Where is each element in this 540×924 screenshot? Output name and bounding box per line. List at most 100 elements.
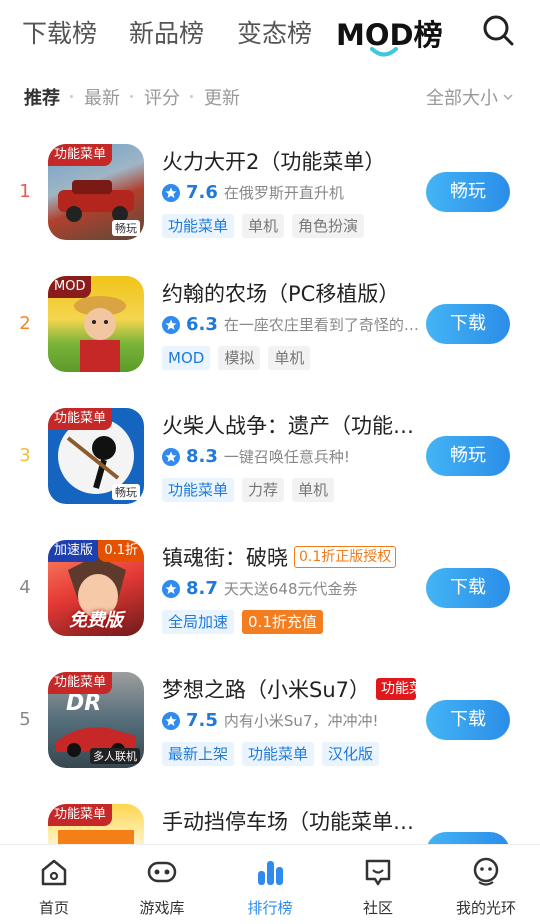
tag[interactable]: 模拟 <box>218 346 261 370</box>
game-description: 在俄罗斯开直升机 <box>223 184 344 202</box>
icon-badge: 畅玩 <box>112 220 140 236</box>
score: 8.3 <box>186 446 218 467</box>
tag[interactable]: 功能菜单 <box>242 742 315 766</box>
tag-list: MOD 模拟 单机 <box>162 346 311 370</box>
tag[interactable]: 单机 <box>292 478 335 502</box>
game-icon[interactable]: DR 功能菜单 多人联机 <box>48 672 144 768</box>
tag[interactable]: 功能菜单 <box>162 214 235 238</box>
tag[interactable]: 最新上架 <box>162 742 235 766</box>
size-filter-dropdown[interactable]: 全部大小 <box>426 84 514 110</box>
nav-label: 我的光环 <box>455 899 516 917</box>
play-button[interactable]: 畅玩 <box>426 172 510 212</box>
title-badge: 功能菜单 <box>376 678 416 700</box>
nav-game-library[interactable]: 游戏库 <box>108 855 216 918</box>
tag[interactable]: 0.1折充值 <box>242 610 323 634</box>
play-button[interactable]: 畅玩 <box>426 436 510 476</box>
score: 7.6 <box>186 182 218 203</box>
sort-filter-bar: 推荐 最新 评分 更新 全部大小 <box>0 84 540 110</box>
game-title[interactable]: 梦想之路（小米Su7） 功能菜单 <box>162 674 416 704</box>
separator-dot <box>70 95 73 98</box>
game-title[interactable]: 镇魂街：破晓 0.1折正版授权 <box>162 542 397 572</box>
star-icon <box>162 711 180 730</box>
rating-row: 8.7 天天送648元代金券 <box>162 578 358 599</box>
game-title[interactable]: 手动挡停车场（功能菜单… <box>162 806 414 836</box>
game-description: 天天送648元代金券 <box>223 580 358 598</box>
icon-badge: 多人联机 <box>90 748 140 764</box>
rank-number: 1 <box>19 181 31 202</box>
rank-number: 4 <box>19 577 31 598</box>
bottom-navigation: 首页 游戏库 排行榜 社区 我的光环 <box>0 844 540 924</box>
rank-number: 5 <box>19 709 31 730</box>
gamepad-icon <box>147 861 177 883</box>
star-icon <box>162 579 180 598</box>
star-icon <box>162 315 180 334</box>
rating-row: 6.3 在一座农庄里看到了奇怪的… <box>162 314 419 335</box>
game-description: 在一座农庄里看到了奇怪的… <box>223 316 419 334</box>
filter-rating[interactable]: 评分 <box>144 84 180 110</box>
game-icon[interactable]: 加速版 0.1折 免费版 <box>48 540 144 636</box>
icon-tag: 加速版 <box>48 540 100 562</box>
download-button[interactable]: 下载 <box>426 568 510 608</box>
nav-home[interactable]: 首页 <box>0 855 108 918</box>
game-icon[interactable]: MOD <box>48 276 144 372</box>
icon-tag: MOD <box>48 276 92 298</box>
game-list-item[interactable]: 4 加速版 0.1折 免费版 镇魂街：破晓 0.1折正版授权 8.7 天天送64… <box>0 522 540 654</box>
filter-updated[interactable]: 更新 <box>204 84 240 110</box>
game-title[interactable]: 约翰的农场（PC移植版） <box>162 278 399 308</box>
game-icon[interactable]: 功能菜单 畅玩 <box>48 408 144 504</box>
rank-number: 2 <box>19 313 31 334</box>
tag[interactable]: 汉化版 <box>322 742 380 766</box>
tab-bt-rank[interactable]: 变态榜 <box>237 14 312 50</box>
rating-row: 7.5 内有小米Su7，冲冲冲! <box>162 710 378 731</box>
tag[interactable]: 力荐 <box>242 478 285 502</box>
icon-tag-discount: 0.1折 <box>98 540 144 562</box>
tab-download-rank[interactable]: 下载榜 <box>22 14 97 50</box>
rank-number: 3 <box>19 445 31 466</box>
tag[interactable]: 功能菜单 <box>162 478 235 502</box>
ranking-icon <box>258 861 283 885</box>
score: 8.7 <box>186 578 218 599</box>
tab-new-rank[interactable]: 新品榜 <box>129 14 204 50</box>
star-icon <box>162 447 180 466</box>
top-tab-bar: 下载榜 新品榜 变态榜 MOD榜 <box>0 0 540 62</box>
icon-tag: 功能菜单 <box>48 144 113 166</box>
game-description: 一键召唤任意兵种! <box>223 448 350 466</box>
download-button[interactable]: 下载 <box>426 700 510 740</box>
tag-list: 功能菜单 单机 角色扮演 <box>162 214 365 238</box>
star-icon <box>162 183 180 202</box>
game-icon[interactable]: 功能菜单 畅玩 <box>48 144 144 240</box>
home-icon <box>41 859 67 886</box>
game-list-item[interactable]: 1 功能菜单 畅玩 火力大开2（功能菜单） 7.6 在俄罗斯开直升机 功能菜单 … <box>0 126 540 258</box>
tag-list: 功能菜单 力荐 单机 <box>162 478 335 502</box>
community-icon <box>365 859 391 886</box>
game-description: 内有小米Su7，冲冲冲! <box>223 712 379 730</box>
nav-ranking[interactable]: 排行榜 <box>216 855 324 918</box>
tag-list: 最新上架 功能菜单 汉化版 <box>162 742 380 766</box>
tag[interactable]: MOD <box>162 346 211 370</box>
filter-latest[interactable]: 最新 <box>84 84 120 110</box>
nav-profile[interactable]: 我的光环 <box>432 855 540 918</box>
search-icon[interactable] <box>480 12 516 48</box>
download-button[interactable]: 下载 <box>426 304 510 344</box>
game-title[interactable]: 火柴人战争：遗产（功能… <box>162 410 414 440</box>
game-list-item[interactable]: 2 MOD 约翰的农场（PC移植版） 6.3 在一座农庄里看到了奇怪的… MOD… <box>0 258 540 390</box>
tag[interactable]: 角色扮演 <box>292 214 365 238</box>
separator-dot <box>130 95 133 98</box>
size-filter-label: 全部大小 <box>426 88 498 109</box>
icon-badge: 畅玩 <box>112 484 140 500</box>
nav-label: 游戏库 <box>139 899 185 917</box>
tag[interactable]: 单机 <box>268 346 311 370</box>
rating-row: 8.3 一键召唤任意兵种! <box>162 446 350 467</box>
rating-row: 7.6 在俄罗斯开直升机 <box>162 182 344 203</box>
nav-community[interactable]: 社区 <box>324 855 432 918</box>
game-title[interactable]: 火力大开2（功能菜单） <box>162 146 385 176</box>
tag[interactable]: 全局加速 <box>162 610 235 634</box>
score: 7.5 <box>186 710 218 731</box>
nav-label: 首页 <box>38 899 69 917</box>
game-rank-list: 1 功能菜单 畅玩 火力大开2（功能菜单） 7.6 在俄罗斯开直升机 功能菜单 … <box>0 126 540 918</box>
tag[interactable]: 单机 <box>242 214 285 238</box>
game-list-item[interactable]: 3 功能菜单 畅玩 火柴人战争：遗产（功能… 8.3 一键召唤任意兵种! 功能菜… <box>0 390 540 522</box>
game-list-item[interactable]: 5 DR 功能菜单 多人联机 梦想之路（小米Su7） 功能菜单 7.5 内有小米… <box>0 654 540 786</box>
filter-recommend[interactable]: 推荐 <box>24 84 60 110</box>
svg-text:DR: DR <box>66 691 101 716</box>
